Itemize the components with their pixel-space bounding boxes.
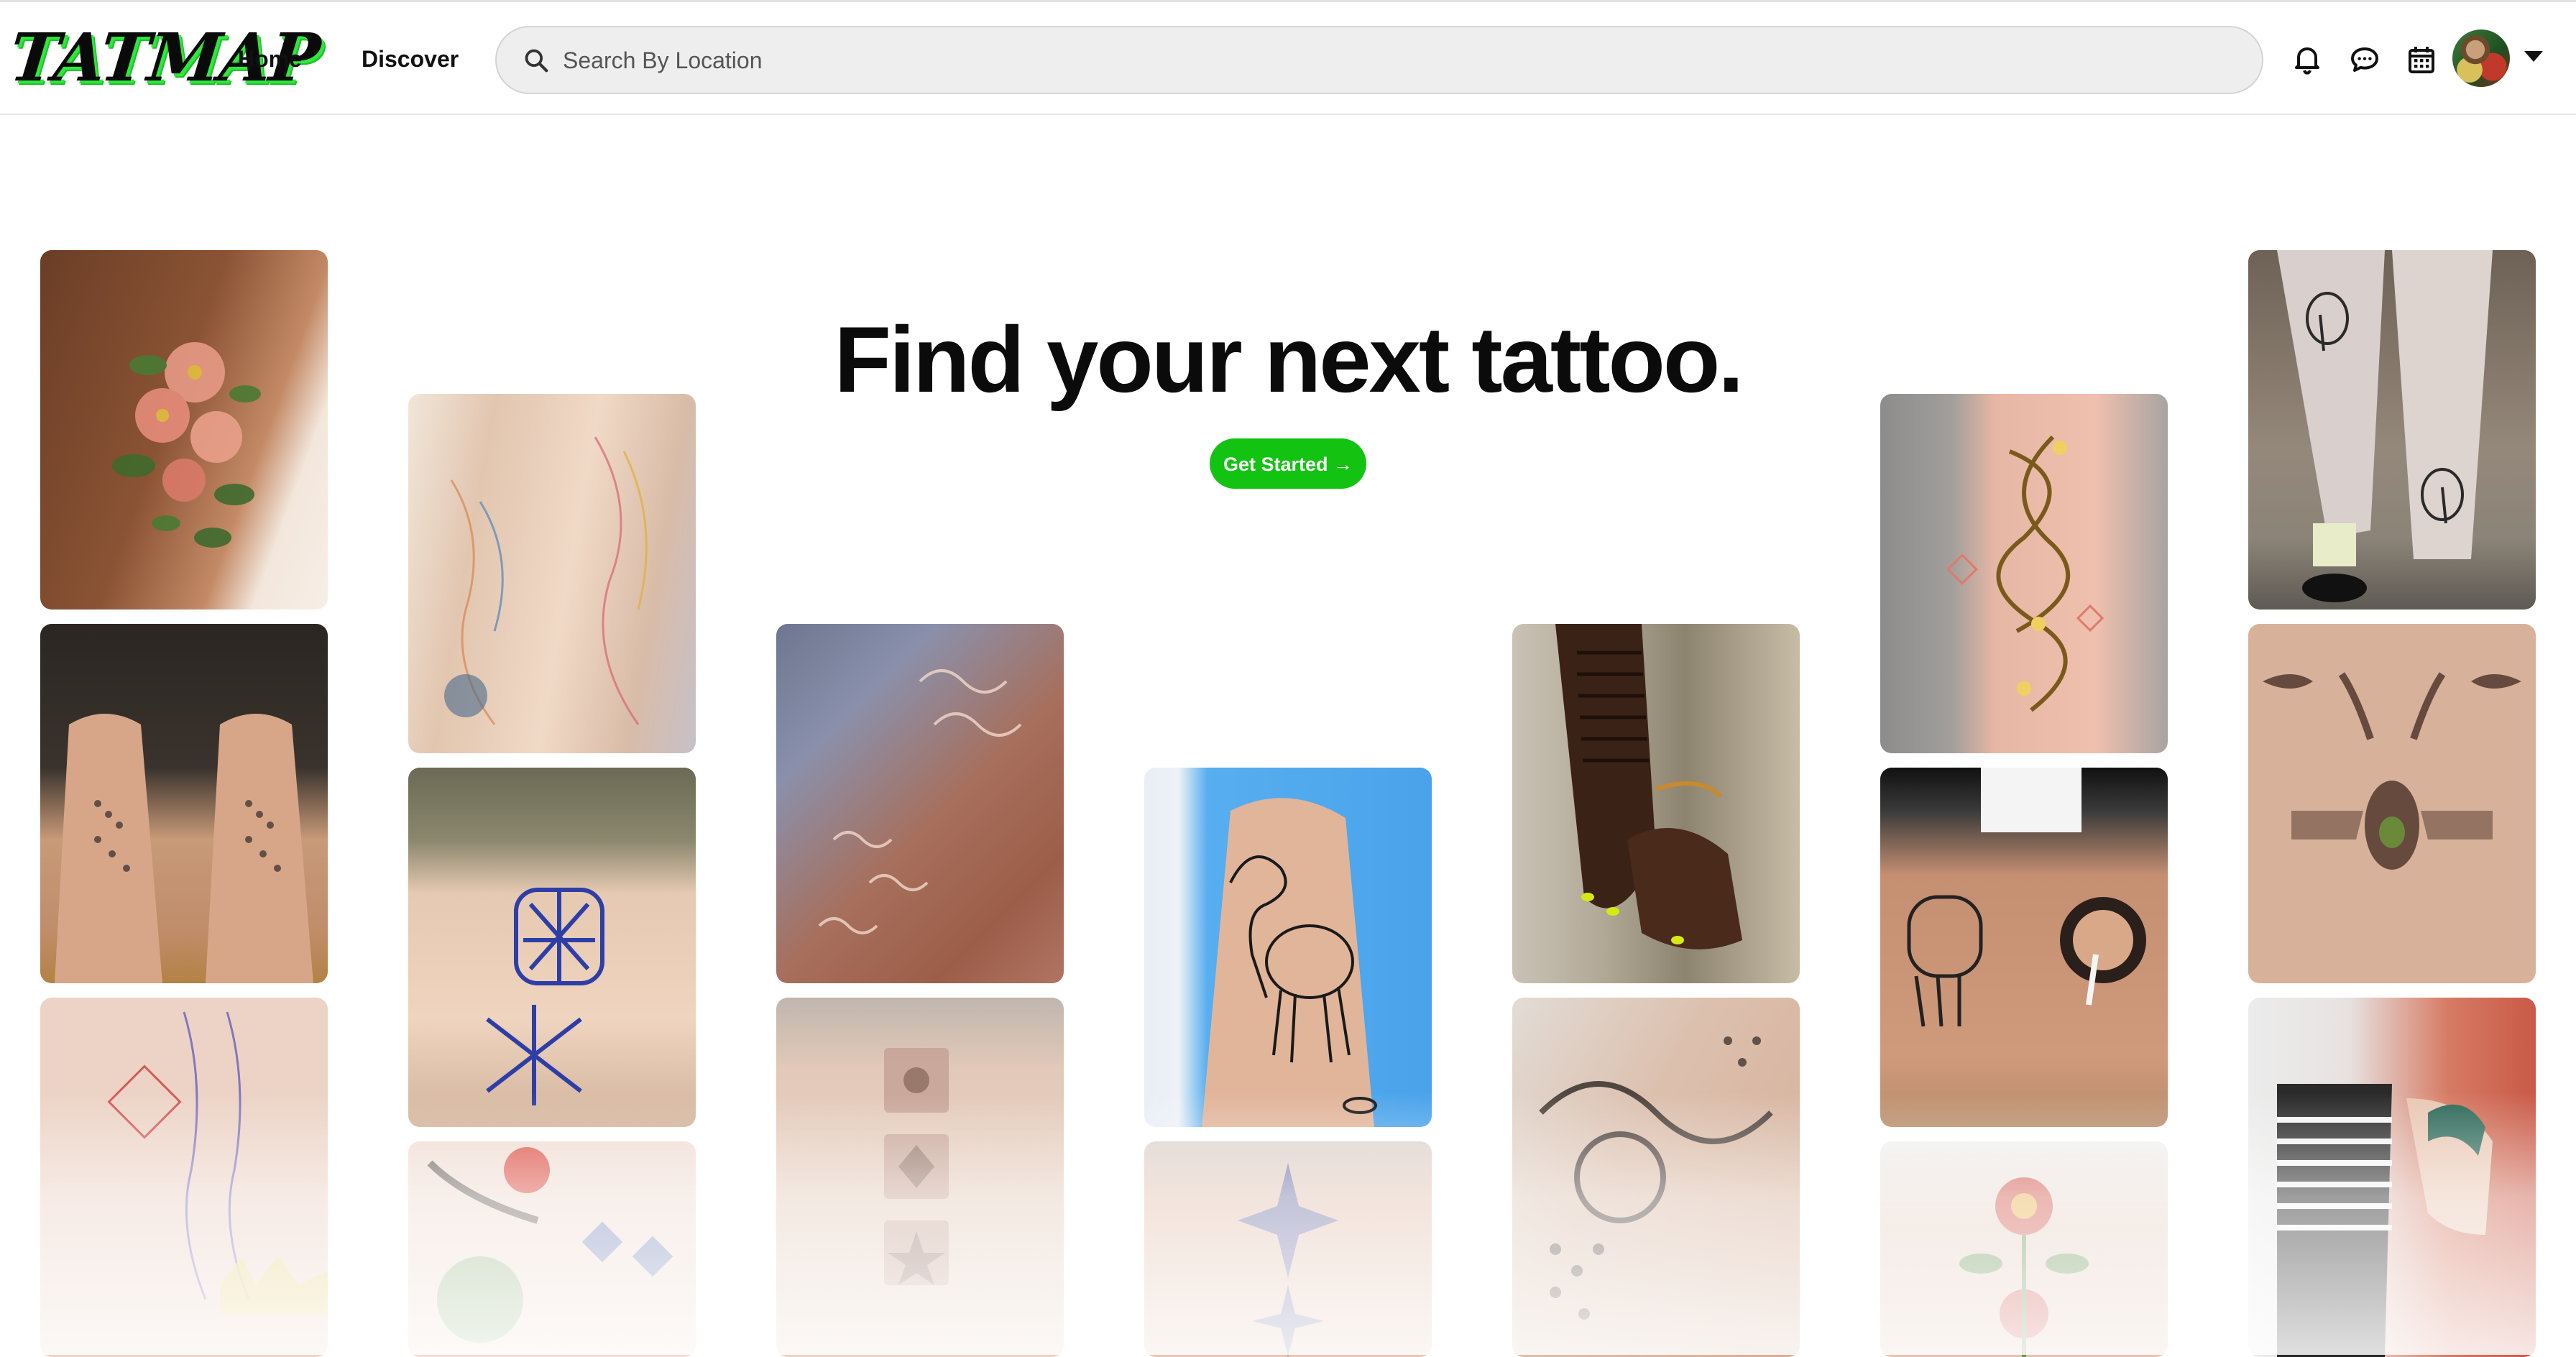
tattoo-tile-spine-motifs[interactable] bbox=[776, 998, 1064, 1357]
bell-icon[interactable] bbox=[2290, 42, 2324, 77]
tattoo-tile-faces-forearms[interactable] bbox=[1880, 768, 2168, 1127]
get-started-button[interactable]: Get Started → bbox=[1210, 438, 1366, 489]
tattoo-tile-blue-abstract[interactable] bbox=[408, 768, 696, 1127]
tattoo-tile-dotwork-hands[interactable] bbox=[40, 624, 328, 983]
tattoo-tile-linework-forearms[interactable] bbox=[408, 394, 696, 753]
tattoo-tile-pattern-sleeve[interactable] bbox=[1512, 998, 1800, 1357]
tattoo-tile-beetle-chest[interactable] bbox=[2248, 624, 2536, 983]
location-search-input[interactable] bbox=[561, 37, 2217, 83]
tattoo-tile-creature-linework[interactable] bbox=[1144, 768, 1432, 1127]
hero-headline: Find your next tattoo. bbox=[834, 307, 1744, 412]
tattoo-tile-ornamental-hand[interactable] bbox=[776, 624, 1064, 983]
tattoo-tile-thorn-vine[interactable] bbox=[1880, 394, 2168, 753]
chat-icon[interactable] bbox=[2347, 42, 2382, 77]
tattoo-tile-folk-flowers[interactable] bbox=[1880, 1141, 2168, 1357]
location-search-bar[interactable] bbox=[495, 26, 2263, 94]
tattoo-tile-floral-shoulder[interactable] bbox=[40, 250, 328, 610]
user-avatar[interactable] bbox=[2452, 29, 2510, 87]
tattoo-tile-venus-back[interactable] bbox=[40, 998, 328, 1357]
search-icon bbox=[525, 49, 548, 73]
nav-discover-link[interactable]: Discover bbox=[362, 44, 459, 74]
tattoo-tile-dark-skin-lines[interactable] bbox=[1512, 624, 1800, 983]
nav-home-link[interactable]: Home bbox=[238, 44, 302, 74]
tattoo-tile-face-legs[interactable] bbox=[2248, 250, 2536, 610]
tattoo-tile-flash-sheet[interactable] bbox=[408, 1141, 696, 1357]
tattoo-tile-portrait-arm[interactable] bbox=[2248, 998, 2536, 1357]
calendar-icon[interactable] bbox=[2404, 42, 2439, 77]
account-menu-chevron-down-icon[interactable] bbox=[2524, 51, 2543, 62]
top-navigation-bar: TATMAP Home Discover bbox=[0, 0, 2576, 115]
tattoo-tile-star-forearm[interactable] bbox=[1144, 1141, 1432, 1357]
